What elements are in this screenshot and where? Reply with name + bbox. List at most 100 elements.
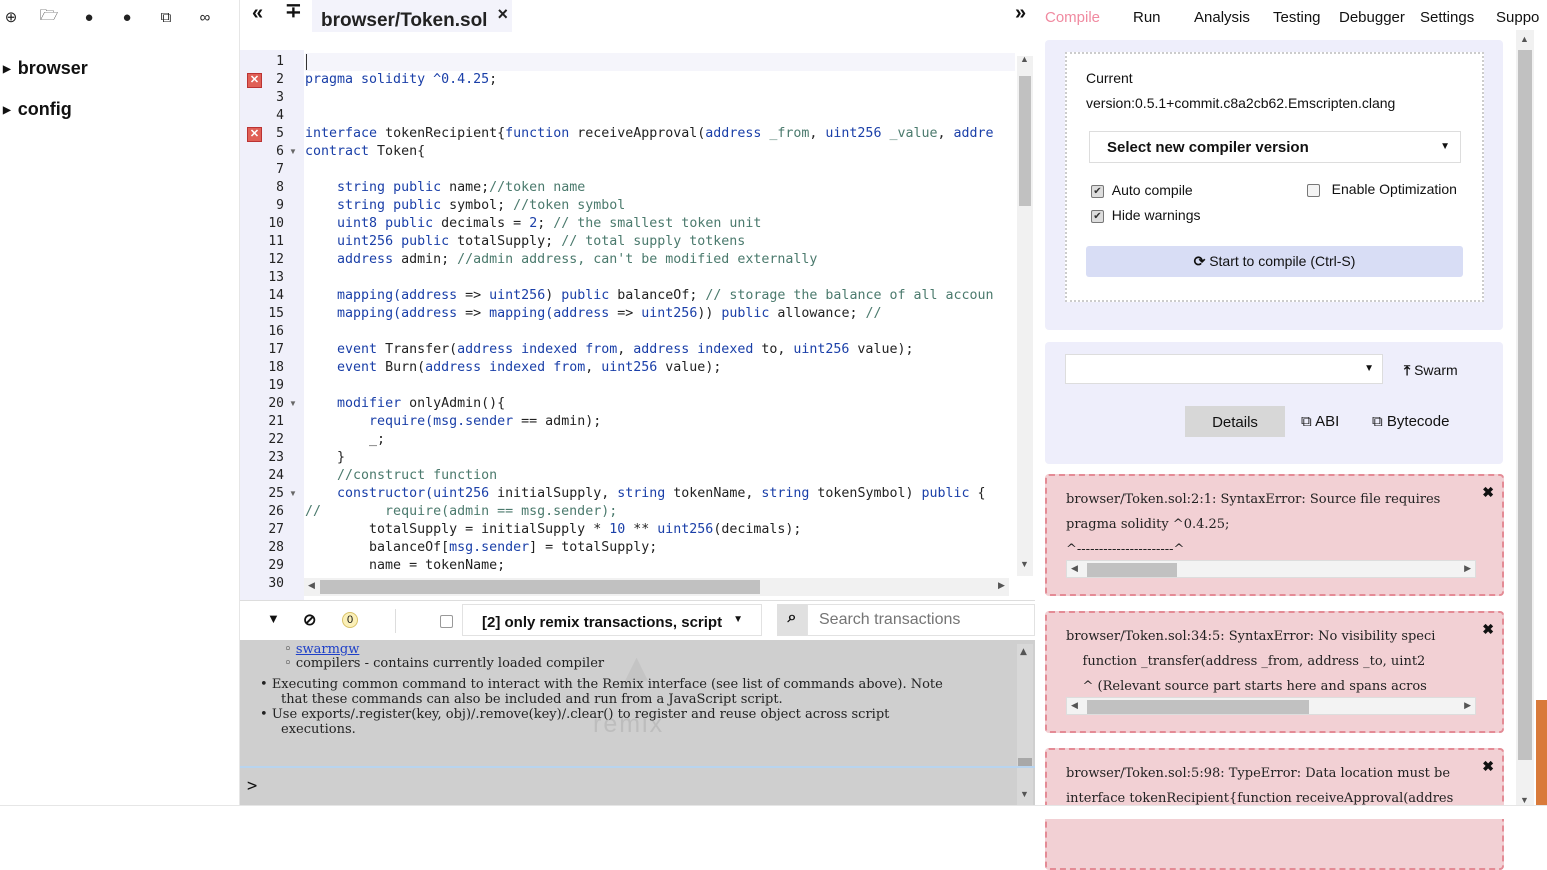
code-token: uint256 <box>793 342 850 357</box>
code-token: ; <box>489 72 506 87</box>
code-token: 2 <box>529 216 538 231</box>
auto-compile-checkbox[interactable]: ✔ Auto compile <box>1091 182 1193 198</box>
code-token: name = tokenName; <box>305 558 506 573</box>
hide-warnings-checkbox[interactable]: ✔ Hide warnings <box>1091 207 1201 223</box>
expand-right-icon[interactable]: » <box>1015 2 1026 25</box>
bullet-icon: ◦ <box>284 642 296 657</box>
scroll-thumb[interactable] <box>1087 563 1177 577</box>
tab-suppo[interactable]: Suppo <box>1496 9 1539 26</box>
clear-console-icon[interactable]: ⊘ <box>303 610 316 630</box>
terminal-text: executions. <box>281 722 356 737</box>
fold-arrow-icon[interactable]: ▼ <box>289 395 297 413</box>
copy-abi-button[interactable]: ⧉ ABI <box>1301 413 1339 430</box>
editor-horizontal-scrollbar[interactable]: ◀ ▶ <box>304 578 1009 596</box>
code-line: require(msg.sender == admin); <box>305 413 601 431</box>
transaction-filter-dropdown[interactable]: [2] only remix transactions, script ▼ <box>462 604 762 636</box>
code-line: constructor(uint256 initialSupply, strin… <box>305 485 986 503</box>
status-strip <box>0 805 1547 819</box>
tab-compile[interactable]: Compile <box>1045 9 1100 26</box>
plus-icon[interactable]: ⊕ <box>2 8 20 26</box>
code-line: uint8 public decimals = 2; // the smalle… <box>305 215 761 233</box>
expand-editor-icon[interactable]: ∓ <box>285 0 302 22</box>
enable-optimization-checkbox[interactable]: Enable Optimization <box>1307 181 1457 197</box>
scroll-thumb[interactable] <box>1518 50 1532 760</box>
error-text: function _transfer(address _from, addres… <box>1066 654 1426 669</box>
terminal-line: that these commands can also be included… <box>281 692 783 707</box>
tab-settings[interactable]: Settings <box>1420 9 1474 26</box>
line-number: 9 <box>276 198 284 213</box>
line-number: 11 <box>268 234 284 249</box>
code-token: == admin); <box>513 414 602 429</box>
tree-folder-browser[interactable]: ▶ browser <box>3 58 88 79</box>
tab-testing[interactable]: Testing <box>1273 9 1321 26</box>
listen-checkbox[interactable] <box>440 613 453 631</box>
tab-analysis[interactable]: Analysis <box>1194 9 1250 26</box>
fold-arrow-icon[interactable]: ▼ <box>289 143 297 161</box>
message-horizontal-scrollbar[interactable]: ◀ ▶ <box>1066 560 1476 578</box>
collapse-left-icon[interactable]: « <box>252 2 263 25</box>
caret-right-icon: ▶ <box>3 104 11 116</box>
code-token: modifier <box>337 396 402 411</box>
code-token: onlyAdmin(){ <box>401 396 506 411</box>
github-icon[interactable]: ● <box>118 8 136 26</box>
code-token: _; <box>305 432 386 447</box>
code-token: addre <box>953 126 994 141</box>
details-button[interactable]: Details <box>1185 406 1285 437</box>
code-token: => <box>609 306 642 321</box>
folder-open-icon[interactable]: 🗁 <box>40 7 59 26</box>
contract-select[interactable]: ▼ <box>1065 354 1383 384</box>
github-icon[interactable]: ● <box>80 8 98 26</box>
close-icon[interactable]: ✖ <box>1482 484 1494 501</box>
start-compile-button[interactable]: ⟳ Start to compile (Ctrl-S) <box>1086 246 1463 277</box>
code-token: , <box>617 342 634 357</box>
caret-right-icon: ▶ <box>3 63 11 75</box>
error-marker-icon[interactable]: ✕ <box>247 127 262 142</box>
right-panel-scrollbar[interactable]: ▲ ▼ <box>1516 30 1534 810</box>
tab-run[interactable]: Run <box>1133 9 1161 26</box>
code-line: // require(admin == msg.sender); <box>305 503 617 521</box>
terminal-line[interactable]: ◦ swarmgw <box>284 642 359 657</box>
tree-folder-config[interactable]: ▶ config <box>3 99 72 120</box>
tab-token-sol[interactable]: browser/Token.sol × <box>312 0 512 32</box>
scroll-thumb[interactable] <box>1087 700 1309 714</box>
code-token: )) <box>697 306 714 321</box>
close-icon[interactable]: ✖ <box>1482 621 1494 638</box>
compiler-version-select[interactable]: Select new compiler version ▼ <box>1089 131 1461 163</box>
link-icon[interactable]: ∞ <box>196 8 214 26</box>
message-horizontal-scrollbar[interactable]: ◀ ▶ <box>1066 697 1476 715</box>
caret-down-icon: ▼ <box>1440 141 1450 152</box>
search-transactions-input[interactable] <box>807 604 1035 636</box>
scroll-thumb[interactable] <box>1019 76 1031 206</box>
scroll-thumb[interactable] <box>320 580 760 594</box>
fold-arrow-icon[interactable]: ▼ <box>289 485 297 503</box>
code-token: , <box>809 126 826 141</box>
close-icon[interactable]: ✖ <box>1482 758 1494 775</box>
editor-tab-bar: « ∓ browser/Token.sol × » <box>240 0 1035 32</box>
code-line: event Transfer(address indexed from, add… <box>305 341 913 359</box>
minimize-terminal-icon[interactable]: ▼ <box>267 611 280 626</box>
code-token: symbol; <box>441 198 514 213</box>
console-input[interactable]: > ▼ <box>240 766 1035 805</box>
terminal-scrollbar-lower[interactable]: ▼ <box>1017 768 1033 805</box>
code-token: ) <box>545 288 562 303</box>
code-token: decimals = <box>433 216 530 231</box>
error-marker-icon[interactable]: ✕ <box>247 73 262 88</box>
code-editor[interactable]: 1 2 ✕ 3 4 5 ✕ 6 ▼ 7 8 9 10 11 12 13 14 15 16 17 18 19 20 ▼ 21 22 2… <box>240 50 1035 600</box>
code-content[interactable]: pragma solidity ^0.4.25; interface token… <box>305 53 1015 583</box>
copy-icon[interactable]: ⧉ <box>157 8 175 26</box>
editor-vertical-scrollbar[interactable]: ▲ ▼ <box>1017 54 1033 576</box>
current-label: Current <box>1086 70 1133 86</box>
search-icon[interactable]: ⌕ <box>777 604 807 636</box>
tab-debugger[interactable]: Debugger <box>1339 9 1405 26</box>
close-tab-icon[interactable]: × <box>497 4 508 25</box>
code-token: uint256 <box>825 126 882 141</box>
terminal-scrollbar[interactable]: ▲ <box>1017 644 1033 768</box>
publish-swarm-button[interactable]: ⤒ Swarm <box>1404 362 1458 379</box>
line-number: 15 <box>268 306 284 321</box>
compile-error-message: browser/Token.sol:2:1: SyntaxError: Sour… <box>1045 474 1504 596</box>
bullet-icon: • <box>260 677 272 692</box>
code-token: mapping(address <box>489 306 610 321</box>
copy-bytecode-button[interactable]: ⧉ Bytecode <box>1372 413 1449 430</box>
